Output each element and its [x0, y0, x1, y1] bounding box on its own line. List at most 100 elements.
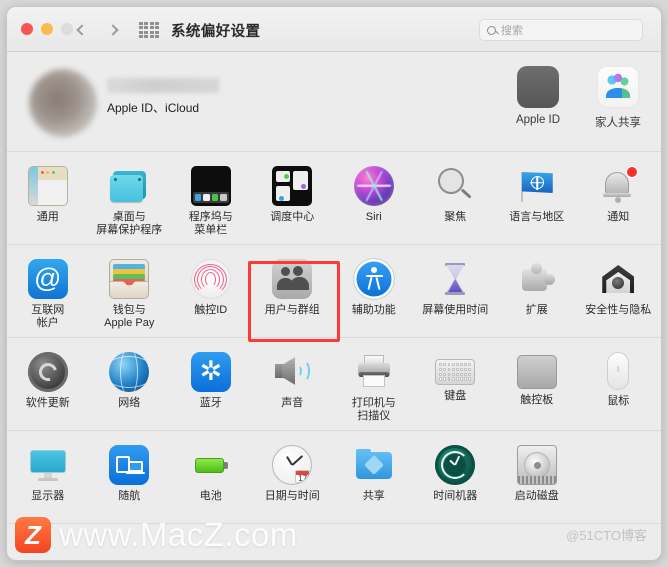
- desktop-screensaver-icon: [109, 166, 149, 206]
- account-name-redacted: [107, 78, 219, 93]
- pref-label: 鼠标: [607, 395, 630, 407]
- pref-users-groups[interactable]: 用户与群组: [252, 255, 334, 331]
- pref-time-machine[interactable]: 时间机器: [415, 441, 497, 517]
- back-button[interactable]: [69, 19, 91, 41]
- pref-desktop-screensaver[interactable]: 桌面与 屏幕保护程序: [89, 162, 171, 238]
- pref-security-privacy[interactable]: 安全性与隐私: [578, 255, 660, 331]
- pref-label: 日期与时间: [264, 490, 320, 502]
- pref-label: 聚焦: [444, 211, 467, 223]
- pane-accounts: @ 互联网 帐户 钱包与 Apple Pay 触控ID 用户与群组 辅助功能 屏…: [7, 245, 661, 338]
- internet-accounts-icon: @: [27, 259, 68, 299]
- minimize-button[interactable]: [41, 23, 53, 35]
- pref-mouse[interactable]: 鼠标: [578, 348, 660, 424]
- pref-printers-scanners[interactable]: 打印机与 扫描仪: [333, 348, 415, 424]
- page-title: 系统偏好设置: [171, 24, 261, 40]
- pref-row: @ 互联网 帐户 钱包与 Apple Pay 触控ID 用户与群组 辅助功能 屏…: [7, 255, 661, 331]
- chevron-left-icon: [75, 24, 88, 36]
- pref-label: 时间机器: [433, 490, 478, 502]
- security-privacy-icon: [598, 259, 638, 299]
- extensions-icon: [517, 259, 557, 299]
- accessibility-icon: [353, 259, 394, 299]
- pane-hardware: 软件更新 网络 ✲ 蓝牙 声音 打印机与 扫描仪 键盘 触控板 鼠标: [7, 338, 661, 431]
- sound-icon: [272, 352, 312, 392]
- pref-general[interactable]: 通用: [7, 162, 89, 238]
- pref-family-sharing[interactable]: 家人共享: [581, 66, 655, 130]
- close-button[interactable]: [21, 23, 33, 35]
- pref-sharing[interactable]: 共享: [333, 441, 415, 517]
- sidecar-icon: [109, 445, 150, 485]
- mission-control-icon: [272, 166, 313, 206]
- startup-disk-icon: [516, 445, 557, 485]
- pref-label: 显示器: [31, 490, 65, 502]
- pref-network[interactable]: 网络: [89, 348, 171, 424]
- pref-sound[interactable]: 声音: [252, 348, 334, 424]
- displays-icon: [28, 445, 68, 485]
- network-icon: [109, 352, 150, 392]
- chevron-right-icon: [106, 24, 119, 36]
- touch-id-icon: [190, 259, 231, 299]
- grid-spacer: [578, 441, 660, 517]
- pref-battery[interactable]: 电池: [170, 441, 252, 517]
- pref-extensions[interactable]: 扩展: [496, 255, 578, 331]
- pref-startup-disk[interactable]: 启动磁盘: [496, 441, 578, 517]
- pref-siri[interactable]: Siri: [333, 162, 415, 238]
- notification-badge: [626, 166, 639, 178]
- pref-label: Siri: [365, 211, 382, 223]
- pref-apple-id[interactable]: Apple ID: [501, 66, 575, 126]
- pref-bluetooth[interactable]: ✲ 蓝牙: [170, 348, 252, 424]
- watermark: Z www.MacZ.com: [15, 516, 298, 554]
- pref-software-update[interactable]: 软件更新: [7, 348, 89, 424]
- pref-keyboard[interactable]: 键盘: [415, 348, 497, 424]
- pref-label: 钱包与 Apple Pay: [104, 304, 155, 329]
- forward-button[interactable]: [103, 19, 125, 41]
- pref-row: 软件更新 网络 ✲ 蓝牙 声音 打印机与 扫描仪 键盘 触控板 鼠标: [7, 348, 661, 424]
- bluetooth-icon: ✲: [190, 352, 231, 392]
- pref-displays[interactable]: 显示器: [7, 441, 89, 517]
- show-all-grid-icon[interactable]: [139, 22, 159, 38]
- pref-label: 屏幕使用时间: [422, 304, 489, 316]
- pref-label: 键盘: [444, 390, 467, 402]
- avatar[interactable]: [29, 69, 97, 137]
- pref-wallet-applepay[interactable]: 钱包与 Apple Pay: [89, 255, 171, 331]
- search-icon: [487, 25, 496, 35]
- apple-id-banner[interactable]: Apple ID、iCloud Apple ID 家人共享: [7, 52, 661, 152]
- pref-screen-time[interactable]: 屏幕使用时间: [415, 255, 497, 331]
- mouse-icon: [607, 352, 630, 390]
- pref-date-time[interactable]: 17 日期与时间: [252, 441, 334, 517]
- pref-trackpad[interactable]: 触控板: [496, 348, 578, 424]
- notifications-icon: [598, 166, 639, 206]
- pref-touch-id[interactable]: 触控ID: [170, 255, 252, 331]
- account-subtitle: Apple ID、iCloud: [107, 101, 200, 115]
- pref-label: 家人共享: [595, 117, 641, 129]
- pref-sidecar[interactable]: 随航: [89, 441, 171, 517]
- pref-label: 共享: [362, 490, 385, 502]
- family-sharing-icon: [597, 66, 639, 108]
- search-field[interactable]: 搜索: [479, 19, 643, 41]
- pref-label: 触控ID: [194, 304, 228, 316]
- pref-label: Apple ID: [515, 114, 561, 126]
- title-bar: 系统偏好设置 搜索: [7, 7, 661, 52]
- watermark-corner: @51CTO博客: [566, 528, 647, 543]
- wallet-applepay-icon: [109, 259, 150, 299]
- battery-icon: [191, 445, 231, 485]
- pref-label: 互联网 帐户: [31, 304, 65, 329]
- pref-label: 随航: [118, 490, 141, 502]
- pref-notifications[interactable]: 通知: [578, 162, 660, 238]
- siri-icon: [353, 166, 394, 206]
- pref-label: 辅助功能: [351, 304, 396, 316]
- language-region-icon: [517, 166, 557, 206]
- pref-accessibility[interactable]: 辅助功能: [333, 255, 415, 331]
- pref-label: 网络: [118, 397, 141, 409]
- pref-spotlight[interactable]: 聚焦: [415, 162, 497, 238]
- pref-mission-control[interactable]: 调度中心: [252, 162, 334, 238]
- pref-language-region[interactable]: 语言与地区: [496, 162, 578, 238]
- pref-dock-menubar[interactable]: 程序坞与 菜单栏: [170, 162, 252, 238]
- trackpad-icon: [516, 355, 557, 389]
- pref-internet-accounts[interactable]: @ 互联网 帐户: [7, 255, 89, 331]
- pref-label: 触控板: [520, 394, 554, 406]
- printers-scanners-icon: [354, 352, 394, 392]
- pref-row: 显示器 随航 电池 17 日期与时间 共享 时间机器 启动磁盘: [7, 441, 661, 517]
- pref-label: 扩展: [525, 304, 548, 316]
- pref-label: 蓝牙: [199, 397, 222, 409]
- pref-label: 通用: [36, 211, 59, 223]
